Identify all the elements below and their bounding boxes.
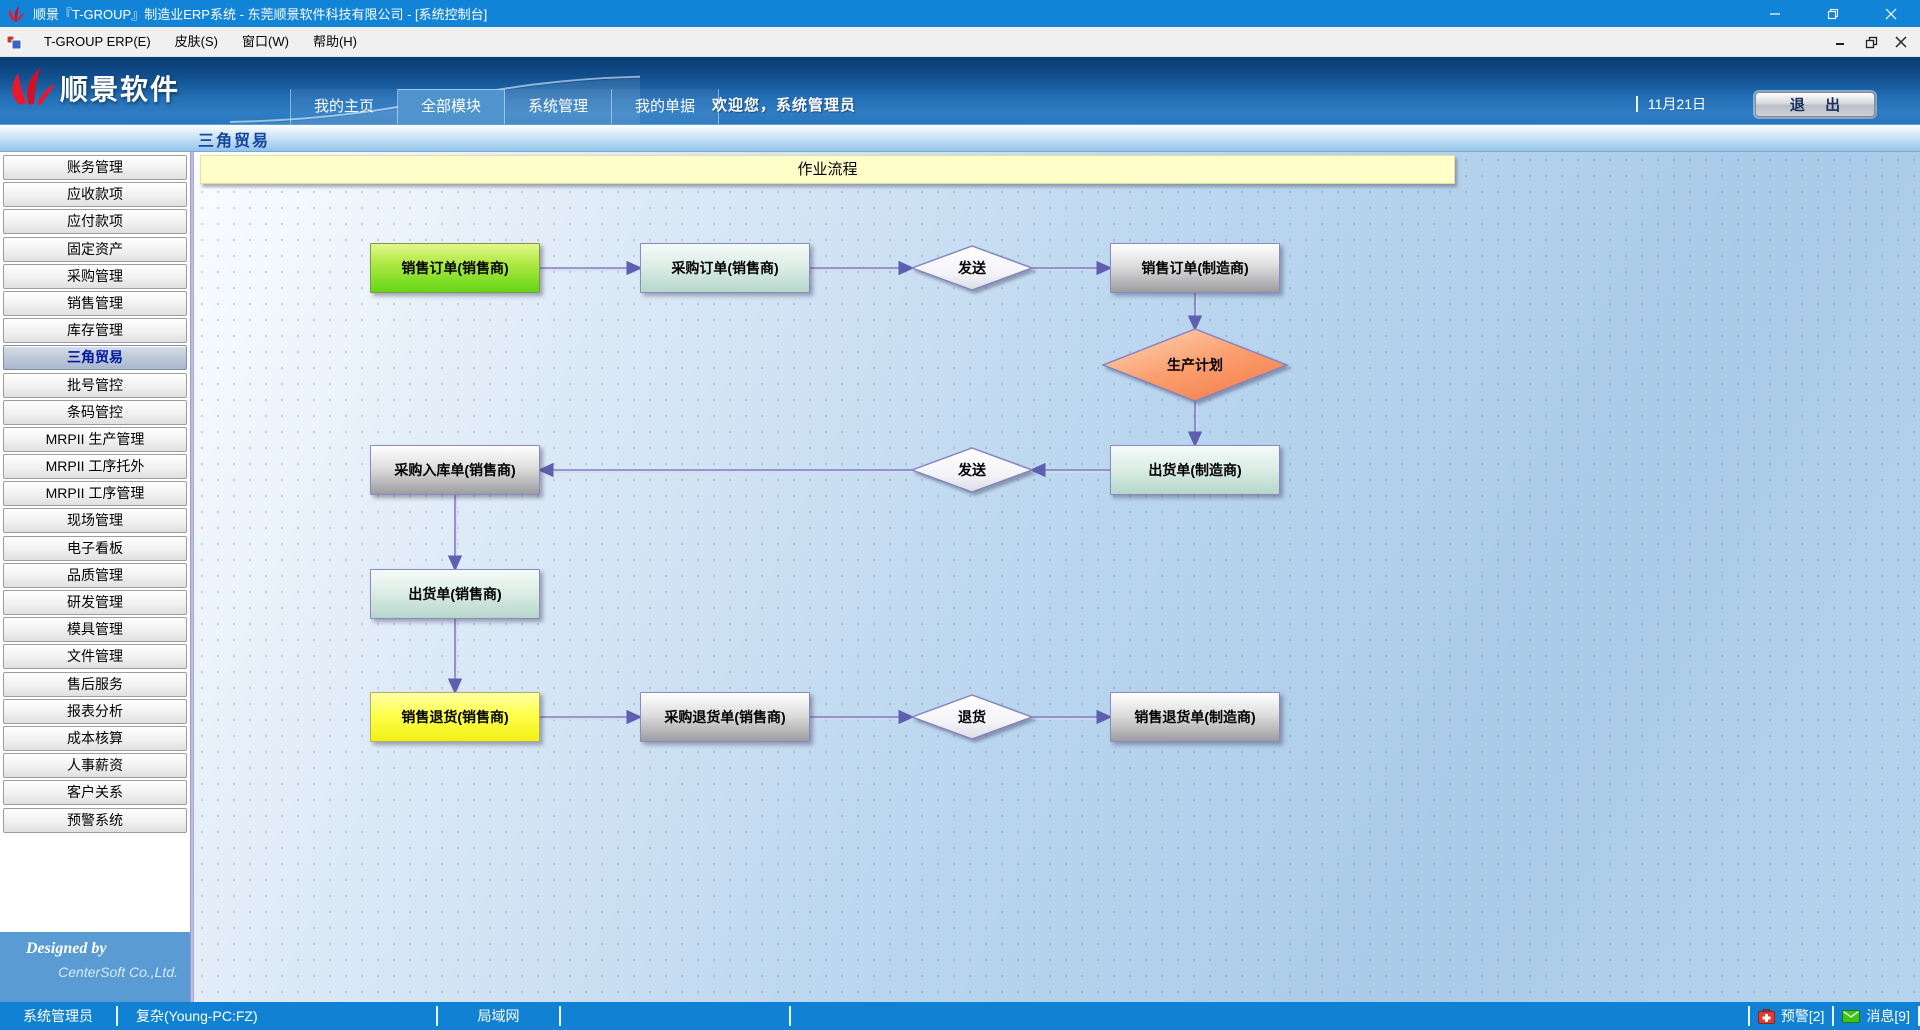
sidebar-item-13[interactable]: 现场管理 <box>3 508 187 533</box>
flow-node-purchase-order-seller[interactable]: 采购订单(销售商) <box>640 243 810 293</box>
flow-node-shipment-seller[interactable]: 出货单(销售商) <box>370 569 540 619</box>
statusbar-messages[interactable]: 消息[9] <box>1834 1002 1918 1030</box>
sidebar-item-11[interactable]: MRPII 工序托外 <box>3 454 187 479</box>
mdi-restore-button[interactable] <box>1856 27 1886 57</box>
sidebar-item-15[interactable]: 品质管理 <box>3 563 187 588</box>
flow-node-sales-order-seller[interactable]: 销售订单(销售商) <box>370 243 540 293</box>
tab-1[interactable]: 全部模块 <box>398 89 505 124</box>
flow-diamond-send-decision-2 <box>912 448 1032 492</box>
module-tabs: 我的主页全部模块系统管理我的单据 <box>290 89 719 124</box>
banner-swoosh-decoration <box>0 57 1920 124</box>
sidebar-item-9[interactable]: 条码管控 <box>3 400 187 425</box>
flow-node-sales-return-manufacturer[interactable]: 销售退货单(制造商) <box>1110 692 1280 742</box>
sidebar-item-4[interactable]: 采购管理 <box>3 264 187 289</box>
sidebar-item-21[interactable]: 成本核算 <box>3 726 187 751</box>
subheader-bar: 三角贸易 <box>0 125 1920 152</box>
window-close-button[interactable] <box>1862 0 1920 27</box>
messages-label: 消息[9] <box>1866 1006 1910 1026</box>
flow-node-purchase-receipt-seller[interactable]: 采购入库单(销售商) <box>370 445 540 495</box>
flow-node-shipment-manufacturer[interactable]: 出货单(制造商) <box>1110 445 1280 495</box>
sidebar-item-3[interactable]: 固定资产 <box>3 237 187 262</box>
current-module-title: 三角贸易 <box>198 127 270 151</box>
statusbar: 系统管理员 复杂(Young-PC:FZ) 局域网 预警[2] <box>0 1002 1920 1030</box>
sidebar-item-17[interactable]: 模具管理 <box>3 617 187 642</box>
mdi-child-icon <box>6 34 22 50</box>
company-name-text: CenterSoft Co.,Ltd. <box>26 964 178 980</box>
window-title: 顺景『T-GROUP』制造业ERP系统 - 东莞顺景软件科技有限公司 - [系统… <box>33 4 487 23</box>
menu-item-0[interactable]: T-GROUP ERP(E) <box>32 27 163 57</box>
application-window: 顺景『T-GROUP』制造业ERP系统 - 东莞顺景软件科技有限公司 - [系统… <box>0 0 1920 1030</box>
sidebar-item-20[interactable]: 报表分析 <box>3 699 187 724</box>
sidebar-item-8[interactable]: 批号管控 <box>3 373 187 398</box>
flow-node-purchase-return-seller[interactable]: 采购退货单(销售商) <box>640 692 810 742</box>
flow-diamond-return-decision <box>912 695 1032 739</box>
sidebar-item-7[interactable]: 三角贸易 <box>3 345 187 370</box>
sidebar-filler <box>0 835 190 932</box>
statusbar-network: 局域网 <box>438 1002 559 1030</box>
sidebar-item-18[interactable]: 文件管理 <box>3 644 187 669</box>
statusbar-user: 系统管理员 <box>0 1002 116 1030</box>
sidebar-item-0[interactable]: 账务管理 <box>3 155 187 180</box>
current-date: 11月21日 <box>1648 94 1706 114</box>
sidebar-item-1[interactable]: 应收款项 <box>3 182 187 207</box>
tab-2[interactable]: 系统管理 <box>505 89 612 124</box>
banner: 顺景软件 我的主页全部模块系统管理我的单据 欢迎您，系统管理员 11月21日 退… <box>0 57 1920 125</box>
sidebar-item-5[interactable]: 销售管理 <box>3 291 187 316</box>
logo-fan-icon <box>12 67 54 109</box>
menu-items: T-GROUP ERP(E)皮肤(S)窗口(W)帮助(H) <box>32 27 369 57</box>
module-sidebar: 账务管理应收款项应付款项固定资产采购管理销售管理库存管理三角贸易批号管控条码管控… <box>0 152 190 1002</box>
flow-node-sales-order-manufacturer[interactable]: 销售订单(制造商) <box>1110 243 1280 293</box>
mdi-minimize-button[interactable] <box>1826 27 1856 57</box>
sidebar-item-2[interactable]: 应付款项 <box>3 209 187 234</box>
window-restore-button[interactable] <box>1804 0 1862 27</box>
date-display: 11月21日 <box>1636 94 1706 114</box>
sidebar-item-14[interactable]: 电子看板 <box>3 536 187 561</box>
statusbar-workstation: 复杂(Young-PC:FZ) <box>118 1002 436 1030</box>
sidebar-item-16[interactable]: 研发管理 <box>3 590 187 615</box>
alert-kit-icon <box>1758 1009 1775 1024</box>
sidebar-item-19[interactable]: 售后服务 <box>3 672 187 697</box>
date-separator <box>1636 96 1638 112</box>
mdi-controls <box>1826 27 1916 57</box>
designed-by-text: Designed by <box>26 940 178 958</box>
message-envelope-icon <box>1842 1010 1860 1023</box>
sidebar-item-22[interactable]: 人事薪资 <box>3 753 187 778</box>
flow-diamond-send-decision-1 <box>912 246 1032 290</box>
tab-3[interactable]: 我的单据 <box>612 89 719 124</box>
menu-item-3[interactable]: 帮助(H) <box>301 27 369 57</box>
window-controls <box>1746 0 1920 27</box>
app-logo-icon <box>7 5 25 23</box>
flow-diamond-production-plan <box>1103 329 1287 401</box>
menu-item-2[interactable]: 窗口(W) <box>230 27 301 57</box>
window-minimize-button[interactable] <box>1746 0 1804 27</box>
exit-button[interactable]: 退 出 <box>1755 92 1875 117</box>
window-titlebar: 顺景『T-GROUP』制造业ERP系统 - 东莞顺景软件科技有限公司 - [系统… <box>0 0 1920 27</box>
statusbar-alerts[interactable]: 预警[2] <box>1750 1002 1833 1030</box>
sidebar-item-12[interactable]: MRPII 工序管理 <box>3 481 187 506</box>
logo-text: 顺景软件 <box>60 68 180 108</box>
sidebar-item-24[interactable]: 预警系统 <box>3 808 187 833</box>
menu-item-1[interactable]: 皮肤(S) <box>163 27 230 57</box>
sidebar-items: 账务管理应收款项应付款项固定资产采购管理销售管理库存管理三角贸易批号管控条码管控… <box>0 152 190 835</box>
mdi-close-button[interactable] <box>1886 27 1916 57</box>
app-logo: 顺景软件 <box>12 67 180 109</box>
statusbar-empty-cell <box>791 1002 1748 1030</box>
flow-node-sales-return-seller[interactable]: 销售退货(销售商) <box>370 692 540 742</box>
welcome-text: 欢迎您，系统管理员 <box>712 94 856 115</box>
workflow-canvas: 作业流程 销售订单(销售商)采购订单(销售商)发送销售订单(制造商)生产计划出货… <box>194 152 1920 1002</box>
menubar: T-GROUP ERP(E)皮肤(S)窗口(W)帮助(H) <box>0 27 1920 57</box>
sidebar-item-23[interactable]: 客户关系 <box>3 780 187 805</box>
tab-0[interactable]: 我的主页 <box>290 89 398 124</box>
statusbar-empty-cell <box>561 1002 789 1030</box>
alerts-label: 预警[2] <box>1781 1006 1825 1026</box>
sidebar-item-10[interactable]: MRPII 生产管理 <box>3 427 187 452</box>
sidebar-footer: Designed by CenterSoft Co.,Ltd. <box>0 932 190 1002</box>
sidebar-item-6[interactable]: 库存管理 <box>3 318 187 343</box>
